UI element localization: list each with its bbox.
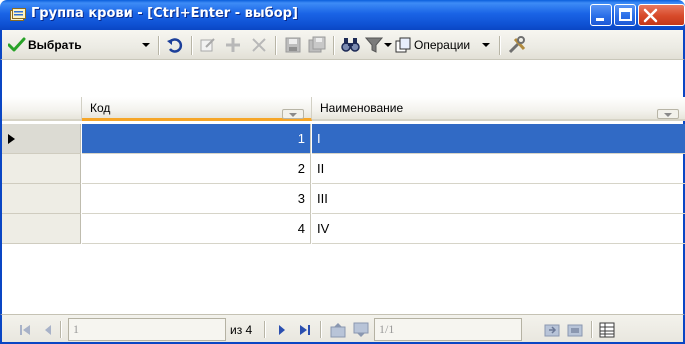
- row-indicator: [2, 124, 81, 154]
- previous-record-button[interactable]: [40, 320, 56, 340]
- title-bar[interactable]: Группа крови - [Ctrl+Enter - выбор]: [0, 0, 685, 30]
- toolbar: Выбрать Операции: [0, 30, 685, 60]
- add-button[interactable]: [224, 34, 242, 56]
- go-page-icon: [544, 324, 560, 337]
- delete-icon: [252, 38, 266, 52]
- save-icon: [285, 37, 301, 53]
- save-all-icon: [308, 36, 326, 53]
- cell-name[interactable]: III: [312, 184, 685, 214]
- maximize-button[interactable]: [614, 4, 636, 26]
- grid-header: Код Наименование: [2, 97, 685, 121]
- last-record-button[interactable]: [296, 320, 314, 340]
- operations-dropdown[interactable]: [482, 34, 490, 56]
- save-all-button[interactable]: [308, 34, 326, 56]
- first-record-button[interactable]: [18, 320, 34, 340]
- first-icon: [20, 325, 30, 335]
- delete-button[interactable]: [250, 34, 268, 56]
- maximize-icon: [619, 8, 632, 21]
- cell-name[interactable]: IV: [312, 214, 685, 244]
- page-number-input[interactable]: 1/1: [374, 318, 522, 341]
- edit-icon: [200, 38, 215, 52]
- record-number-input[interactable]: 1: [68, 318, 226, 341]
- page-up-button[interactable]: [329, 320, 347, 340]
- columns-button[interactable]: [598, 320, 616, 340]
- chevron-down-icon: [482, 43, 490, 47]
- table-row[interactable]: 3 III: [2, 184, 685, 214]
- close-button[interactable]: [638, 4, 685, 26]
- current-row-icon: [8, 134, 15, 144]
- header-corner: [2, 97, 82, 121]
- record-navigator: 1 из 4 1/1: [0, 314, 685, 344]
- cell-code[interactable]: 2: [82, 154, 311, 184]
- table-row[interactable]: 4 IV: [2, 214, 685, 244]
- refresh-icon: [167, 38, 183, 53]
- filter-icon: [365, 37, 383, 53]
- select-label: Выбрать: [28, 38, 82, 52]
- row-indicator: [2, 184, 81, 214]
- column-header-name[interactable]: Наименование: [312, 97, 685, 121]
- cell-code[interactable]: 1: [82, 124, 311, 154]
- minimize-button[interactable]: [590, 4, 612, 26]
- page-down-icon: [353, 322, 369, 337]
- column-filter-icon[interactable]: [282, 109, 304, 119]
- page-settings-icon: [567, 324, 583, 337]
- select-button[interactable]: Выбрать: [8, 34, 82, 56]
- refresh-button[interactable]: [166, 34, 184, 56]
- add-icon: [226, 38, 240, 52]
- operations-button[interactable]: Операции: [395, 34, 470, 56]
- page-settings-button[interactable]: [566, 320, 584, 340]
- form-icon: [10, 8, 26, 21]
- chevron-down-icon: [142, 43, 150, 47]
- table-row[interactable]: 2 II: [2, 154, 685, 184]
- row-indicator: [2, 214, 81, 244]
- close-icon: [643, 8, 658, 23]
- filter-dropdown[interactable]: [384, 34, 392, 56]
- go-page-button[interactable]: [543, 320, 561, 340]
- page-down-button[interactable]: [352, 320, 370, 340]
- previous-icon: [45, 325, 51, 335]
- find-icon: [341, 38, 360, 52]
- column-header-code[interactable]: Код: [82, 97, 312, 121]
- chevron-down-icon: [384, 43, 392, 47]
- window-title: Группа крови - [Ctrl+Enter - выбор]: [31, 6, 298, 21]
- cell-name[interactable]: II: [312, 154, 685, 184]
- column-label-code: Код: [90, 101, 111, 115]
- operations-label: Операции: [414, 38, 471, 52]
- column-label-name: Наименование: [320, 101, 404, 115]
- table-columns-icon: [599, 322, 615, 338]
- next-record-button[interactable]: [274, 320, 290, 340]
- select-dropdown[interactable]: [142, 34, 150, 56]
- page-up-icon: [330, 323, 346, 338]
- cell-code[interactable]: 3: [82, 184, 311, 214]
- find-button[interactable]: [341, 34, 361, 56]
- tools-button[interactable]: [507, 34, 527, 56]
- tools-icon: [508, 36, 526, 54]
- last-icon: [300, 325, 310, 335]
- minimize-icon: [596, 18, 604, 21]
- next-icon: [279, 325, 285, 335]
- record-count: из 4: [230, 323, 253, 337]
- save-button[interactable]: [284, 34, 302, 56]
- cell-name[interactable]: I: [312, 124, 685, 154]
- records-grid: Код Наименование 1 I 2 II 3 III 4 IV: [0, 60, 685, 314]
- cell-code[interactable]: 4: [82, 214, 311, 244]
- row-indicator: [2, 154, 81, 184]
- column-filter-icon[interactable]: [657, 109, 679, 119]
- filter-button[interactable]: [365, 34, 383, 56]
- table-row[interactable]: 1 I: [2, 124, 685, 154]
- edit-button[interactable]: [199, 34, 217, 56]
- check-icon: [8, 37, 26, 52]
- copy-icon: [395, 37, 411, 53]
